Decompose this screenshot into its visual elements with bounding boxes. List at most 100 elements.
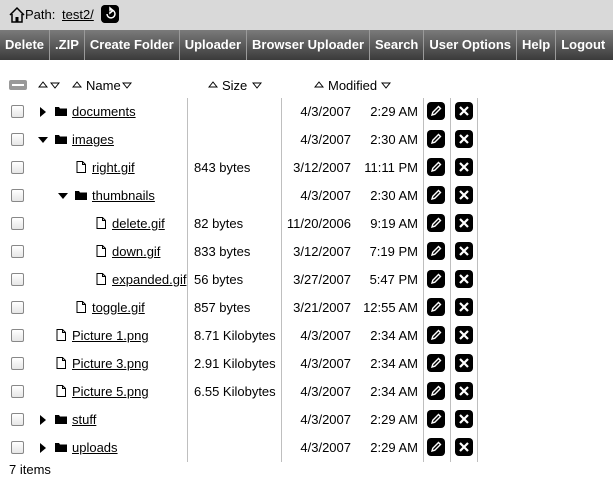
file-name-link[interactable]: toggle.gif (92, 300, 145, 315)
delete-x-icon[interactable] (455, 158, 473, 176)
delete-x-icon[interactable] (455, 410, 473, 428)
table-row[interactable]: toggle.gif 857 bytes 3/21/2007 12:55 AM (0, 294, 613, 322)
select-all-icon[interactable] (9, 79, 27, 91)
edit-pencil-icon[interactable] (427, 102, 445, 120)
collapsed-triangle-icon[interactable] (38, 106, 48, 118)
file-size: 2.91 Kilobytes (194, 356, 276, 371)
home-icon (9, 6, 25, 23)
table-row[interactable]: documents 4/3/2007 2:29 AM (0, 98, 613, 126)
edit-pencil-icon[interactable] (427, 326, 445, 344)
modified-sort-asc-icon[interactable] (314, 78, 324, 92)
edit-pencil-icon[interactable] (427, 410, 445, 428)
file-name-link[interactable]: thumbnails (92, 188, 155, 203)
zip-button[interactable]: .ZIP (50, 30, 85, 60)
delete-x-icon[interactable] (455, 326, 473, 344)
toolbar: Delete .ZIP Create Folder Uploader Browser U… (0, 30, 613, 60)
help-button[interactable]: Help (517, 30, 557, 60)
file-name-link[interactable]: uploads (72, 440, 118, 455)
file-name-link[interactable]: images (72, 132, 114, 147)
file-name-link[interactable]: Picture 5.png (72, 384, 149, 399)
table-row[interactable]: Picture 5.png 6.55 Kilobytes 4/3/2007 2:34 … (0, 378, 613, 406)
table-row[interactable]: Picture 1.png 8.71 Kilobytes 4/3/2007 2:34 … (0, 322, 613, 350)
file-name-link[interactable]: expanded.gif (112, 272, 186, 287)
row-checkbox[interactable] (11, 357, 24, 370)
row-checkbox[interactable] (11, 441, 24, 454)
delete-x-icon[interactable] (455, 382, 473, 400)
delete-x-icon[interactable] (455, 214, 473, 232)
folder-icon (55, 443, 67, 452)
delete-x-icon[interactable] (455, 270, 473, 288)
modified-date: 3/12/2007 (293, 244, 351, 259)
file-name-link[interactable]: documents (72, 104, 136, 119)
name-sort-asc-icon[interactable] (72, 78, 82, 92)
size-sort-asc-icon[interactable] (208, 78, 218, 92)
row-checkbox[interactable] (11, 273, 24, 286)
table-row[interactable]: stuff 4/3/2007 2:29 AM (0, 406, 613, 434)
delete-x-icon[interactable] (455, 242, 473, 260)
expanded-triangle-icon[interactable] (58, 190, 68, 202)
sort-asc-icon[interactable] (38, 78, 48, 92)
row-checkbox[interactable] (11, 105, 24, 118)
table-row[interactable]: uploads 4/3/2007 2:29 AM (0, 434, 613, 462)
file-name-link[interactable]: delete.gif (112, 216, 165, 231)
table-row[interactable]: right.gif 843 bytes 3/12/2007 11:11 PM (0, 154, 613, 182)
file-name-link[interactable]: Picture 3.png (72, 356, 149, 371)
edit-pencil-icon[interactable] (427, 242, 445, 260)
table-row[interactable]: delete.gif 82 bytes 11/20/2006 9:19 AM (0, 210, 613, 238)
delete-button[interactable]: Delete (0, 30, 51, 60)
row-checkbox[interactable] (11, 385, 24, 398)
collapsed-triangle-icon[interactable] (38, 442, 48, 454)
modified-sort-desc-icon[interactable] (381, 78, 391, 92)
modified-date: 4/3/2007 (300, 328, 351, 343)
table-row[interactable]: Picture 3.png 2.91 Kilobytes 4/3/2007 2:34 … (0, 350, 613, 378)
delete-x-icon[interactable] (455, 130, 473, 148)
browser-uploader-button[interactable]: Browser Uploader (247, 30, 371, 60)
file-name-link[interactable]: down.gif (112, 244, 160, 259)
modified-column-header[interactable]: Modified (328, 78, 377, 93)
file-name-link[interactable]: Picture 1.png (72, 328, 149, 343)
name-column-header[interactable]: Name (86, 78, 121, 93)
table-row[interactable]: down.gif 833 bytes 3/12/2007 7:19 PM (0, 238, 613, 266)
table-row[interactable]: thumbnails 4/3/2007 2:30 AM (0, 182, 613, 210)
size-sort-desc-icon[interactable] (252, 78, 262, 92)
delete-x-icon[interactable] (455, 354, 473, 372)
user-options-button[interactable]: User Options (424, 30, 518, 60)
name-sort-desc-icon[interactable] (122, 78, 132, 92)
edit-pencil-icon[interactable] (427, 158, 445, 176)
delete-x-icon[interactable] (455, 298, 473, 316)
edit-pencil-icon[interactable] (427, 298, 445, 316)
expanded-triangle-icon[interactable] (38, 134, 48, 146)
file-size: 82 bytes (194, 216, 244, 231)
logout-button[interactable]: Logout (556, 30, 610, 60)
edit-pencil-icon[interactable] (427, 130, 445, 148)
edit-pencil-icon[interactable] (427, 438, 445, 456)
edit-pencil-icon[interactable] (427, 382, 445, 400)
row-checkbox[interactable] (11, 189, 24, 202)
delete-x-icon[interactable] (455, 102, 473, 120)
row-checkbox[interactable] (11, 245, 24, 258)
search-button[interactable]: Search (370, 30, 425, 60)
row-checkbox[interactable] (11, 217, 24, 230)
delete-x-icon[interactable] (455, 186, 473, 204)
up-folder-icon[interactable] (101, 5, 119, 23)
edit-pencil-icon[interactable] (427, 354, 445, 372)
create-folder-button[interactable]: Create Folder (85, 30, 180, 60)
edit-pencil-icon[interactable] (427, 270, 445, 288)
row-checkbox[interactable] (11, 133, 24, 146)
row-checkbox[interactable] (11, 329, 24, 342)
table-row[interactable]: images 4/3/2007 2:30 AM (0, 126, 613, 154)
table-row[interactable]: expanded.gif 56 bytes 3/27/2007 5:47 PM (0, 266, 613, 294)
edit-pencil-icon[interactable] (427, 214, 445, 232)
collapsed-triangle-icon[interactable] (38, 414, 48, 426)
row-checkbox[interactable] (11, 301, 24, 314)
size-column-header[interactable]: Size (222, 78, 247, 93)
edit-pencil-icon[interactable] (427, 186, 445, 204)
row-checkbox[interactable] (11, 413, 24, 426)
uploader-button[interactable]: Uploader (180, 30, 248, 60)
file-name-link[interactable]: stuff (72, 412, 96, 427)
row-checkbox[interactable] (11, 161, 24, 174)
path-link[interactable]: test2/ (62, 7, 94, 22)
sort-desc-icon[interactable] (50, 78, 60, 92)
file-name-link[interactable]: right.gif (92, 160, 135, 175)
delete-x-icon[interactable] (455, 438, 473, 456)
